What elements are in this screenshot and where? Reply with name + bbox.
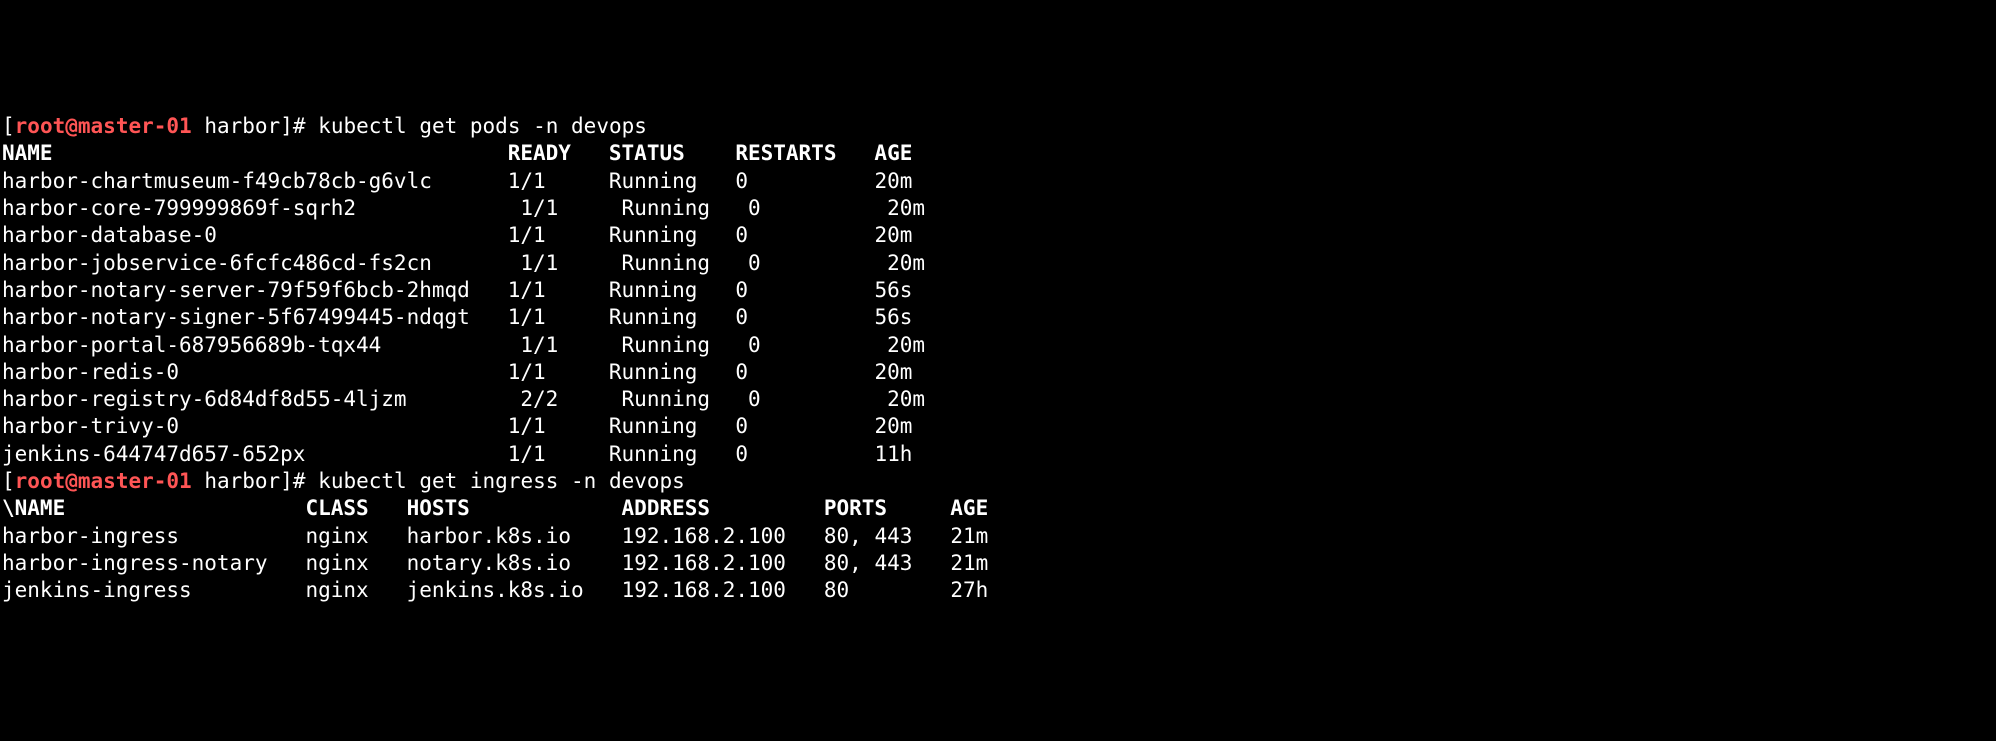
col-restarts: RESTARTS — [735, 141, 836, 165]
command-2: kubectl get ingress -n devops — [318, 469, 685, 493]
table-row: harbor-chartmuseum-f49cb78cb-g6vlc 1/1 R… — [2, 169, 912, 193]
col-hosts: HOSTS — [407, 496, 470, 520]
table-row: jenkins-ingress nginx jenkins.k8s.io 192… — [2, 578, 988, 602]
table-row: harbor-portal-687956689b-tqx44 1/1 Runni… — [2, 333, 925, 357]
table-row: harbor-jobservice-6fcfc486cd-fs2cn 1/1 R… — [2, 251, 925, 275]
table-row: harbor-redis-0 1/1 Running 0 20m — [2, 360, 912, 384]
col-name: NAME — [2, 141, 53, 165]
col-age: AGE — [874, 141, 912, 165]
ingress-header: \NAME CLASS HOSTS ADDRESS PORTS AGE — [2, 496, 988, 520]
table-row: harbor-trivy-0 1/1 Running 0 20m — [2, 414, 912, 438]
table-row: harbor-notary-signer-5f67499445-ndqgt 1/… — [2, 305, 912, 329]
table-row: harbor-registry-6d84df8d55-4ljzm 2/2 Run… — [2, 387, 925, 411]
prompt-line-2[interactable]: [root@master-01 harbor]# kubectl get ing… — [2, 469, 685, 493]
prompt-line-1[interactable]: [root@master-01 harbor]# kubectl get pod… — [2, 114, 647, 138]
command-1: kubectl get pods -n devops — [318, 114, 647, 138]
col-ready: READY — [508, 141, 571, 165]
table-row: harbor-database-0 1/1 Running 0 20m — [2, 223, 912, 247]
col-status: STATUS — [609, 141, 685, 165]
col-age: AGE — [950, 496, 988, 520]
col-class: CLASS — [305, 496, 368, 520]
table-row: harbor-notary-server-79f59f6bcb-2hmqd 1/… — [2, 278, 912, 302]
table-row: harbor-ingress nginx harbor.k8s.io 192.1… — [2, 524, 988, 548]
pods-header: NAME READY STATUS RESTARTS AGE — [2, 141, 912, 165]
col-address: ADDRESS — [622, 496, 711, 520]
terminal-output: [root@master-01 harbor]# kubectl get pod… — [2, 113, 1994, 604]
table-row: jenkins-644747d657-652px 1/1 Running 0 1… — [2, 442, 912, 466]
table-row: harbor-ingress-notary nginx notary.k8s.i… — [2, 551, 988, 575]
table-row: harbor-core-799999869f-sqrh2 1/1 Running… — [2, 196, 925, 220]
col-name: \NAME — [2, 496, 65, 520]
col-ports: PORTS — [824, 496, 887, 520]
